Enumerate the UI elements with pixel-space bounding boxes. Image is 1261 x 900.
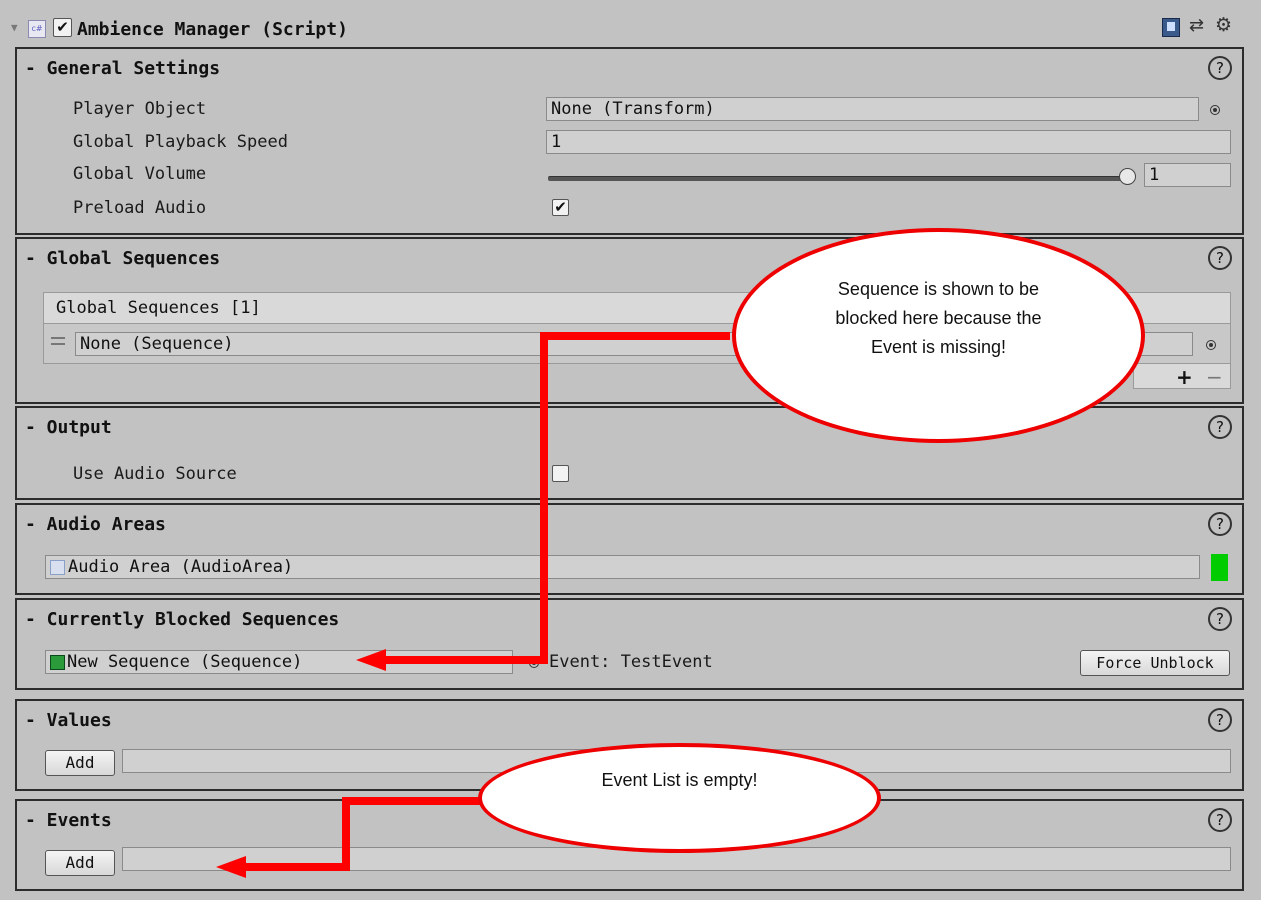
global-volume-label: Global Volume [73,164,207,184]
use-audio-source-checkbox[interactable] [552,465,569,482]
section-title[interactable]: - Global Sequences [25,248,220,269]
section-title[interactable]: - Events [25,810,112,831]
help-icon[interactable]: ? [1208,415,1232,439]
player-object-label: Player Object [73,99,207,119]
playback-speed-input[interactable]: 1 [546,130,1231,154]
audio-area-value: Audio Area (AudioArea) [68,557,294,577]
annotation-callout: Sequence is shown to be blocked here bec… [732,228,1145,443]
values-add-button[interactable]: Add [45,750,115,776]
help-icon[interactable]: ? [1208,708,1232,732]
help-icon[interactable]: ? [1208,808,1232,832]
annotation-arrow-segment [342,797,482,805]
annotation-arrowhead [216,856,246,878]
drag-handle-icon[interactable] [51,337,65,345]
annotation-arrowhead [356,649,386,671]
sequence-icon [50,654,65,670]
player-object-field[interactable]: None (Transform) [546,97,1199,121]
preload-audio-label: Preload Audio [73,198,207,218]
annotation-arrow-segment [245,863,350,871]
component-title: Ambience Manager (Script) [77,19,348,40]
audio-area-field[interactable]: Audio Area (AudioArea) [45,555,1200,579]
volume-input[interactable]: 1 [1144,163,1231,187]
annotation-arrow-segment [385,656,548,664]
object-picker-icon[interactable] [1206,340,1216,350]
use-audio-source-label: Use Audio Source [73,464,237,484]
annotation-arrow-segment [540,332,548,664]
section-title[interactable]: - Audio Areas [25,514,166,535]
blocked-event-text: Event: TestEvent [549,652,713,672]
help-icon[interactable]: ? [1208,607,1232,631]
remove-item-button[interactable]: − [1206,365,1223,389]
section-title[interactable]: - Values [25,710,112,731]
section-title[interactable]: - General Settings [25,58,220,79]
help-icon[interactable]: ? [1208,246,1232,270]
force-unblock-button[interactable]: Force Unblock [1080,650,1230,676]
playback-speed-label: Global Playback Speed [73,132,288,152]
audio-areas-section: - Audio Areas ? [15,503,1244,595]
section-title[interactable]: - Currently Blocked Sequences [25,609,339,630]
blocked-sequence-value: New Sequence (Sequence) [67,652,303,672]
gear-icon[interactable]: ⚙ [1215,14,1232,36]
blocked-sequences-section: - Currently Blocked Sequences ? [15,598,1244,690]
status-indicator [1211,554,1228,581]
object-picker-icon[interactable] [1210,105,1220,115]
cs-script-icon: c# [28,20,46,38]
section-title[interactable]: - Output [25,417,112,438]
annotation-callout: Event List is empty! [478,743,881,853]
cs-script-icon [50,559,65,575]
component-enabled-checkbox[interactable]: ✔ [53,18,72,37]
book-icon[interactable] [1162,18,1180,37]
annotation-arrow-segment [540,332,730,340]
volume-slider-track[interactable] [548,176,1128,181]
help-icon[interactable]: ? [1208,56,1232,80]
preload-audio-checkbox[interactable]: ✔ [552,199,569,216]
volume-slider-thumb[interactable] [1119,168,1136,185]
collapse-arrow-icon[interactable]: ▼ [11,21,18,34]
annotation-arrow-segment [342,797,350,870]
help-icon[interactable]: ? [1208,512,1232,536]
add-item-button[interactable]: + [1176,365,1193,389]
events-add-button[interactable]: Add [45,850,115,876]
preset-icon[interactable]: ⇄ [1189,15,1204,36]
